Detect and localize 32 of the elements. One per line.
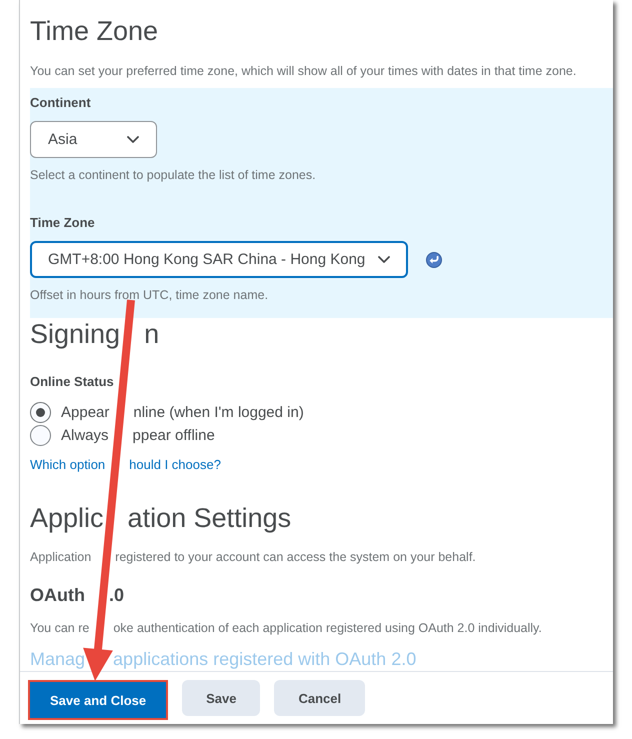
section-description: registered to your account can access the system on your behalf.	[115, 549, 476, 566]
option-label: Appear	[61, 404, 110, 421]
option-label: ppear offline	[132, 427, 215, 444]
action-button[interactable]: Save and Close	[30, 682, 166, 718]
subsection-title: OAuth	[30, 584, 85, 607]
continent-dropdown[interactable]: Asia	[30, 121, 157, 158]
help-link[interactable]: hould I choose?	[129, 456, 221, 474]
section-description: Application	[30, 549, 92, 566]
option-label: Always	[61, 427, 109, 444]
section-description: oke authentication of each application registered using OAuth 2.0 individually.	[113, 620, 542, 637]
help-text: Select a continent to populate the list of time zones.	[30, 167, 317, 184]
subsection-title: .0	[108, 584, 124, 607]
section-description: You can re	[30, 620, 90, 637]
action-button[interactable]: Save	[182, 680, 260, 716]
option-label: nline (when I'm logged in)	[133, 404, 304, 421]
section-description: You can set your preferred time zone, which will show all of your times with dates in that time zone.	[30, 63, 578, 80]
timezone-dropdown[interactable]: GMT+8:00 Hong Kong SAR China - Hong Kong	[30, 241, 408, 278]
field-label: Continent	[30, 94, 92, 112]
field-label: Time Zone	[30, 214, 96, 232]
help-link[interactable]: Which option	[30, 456, 106, 474]
section-title: Time Zone	[30, 15, 160, 47]
section-title: Applic	[30, 502, 104, 534]
radio-button[interactable]	[30, 425, 51, 446]
radio-button[interactable]	[30, 402, 51, 423]
help-text: Offset in hours from UTC, time zone name.	[30, 287, 270, 304]
chevron-down-icon	[378, 256, 390, 263]
section-title: n	[144, 318, 160, 350]
field-label: Online Status	[30, 373, 115, 391]
action-button[interactable]: Cancel	[274, 680, 366, 716]
chevron-down-icon	[127, 136, 139, 143]
section-title: ation Settings	[128, 502, 292, 534]
section-title: Signing	[30, 318, 120, 350]
